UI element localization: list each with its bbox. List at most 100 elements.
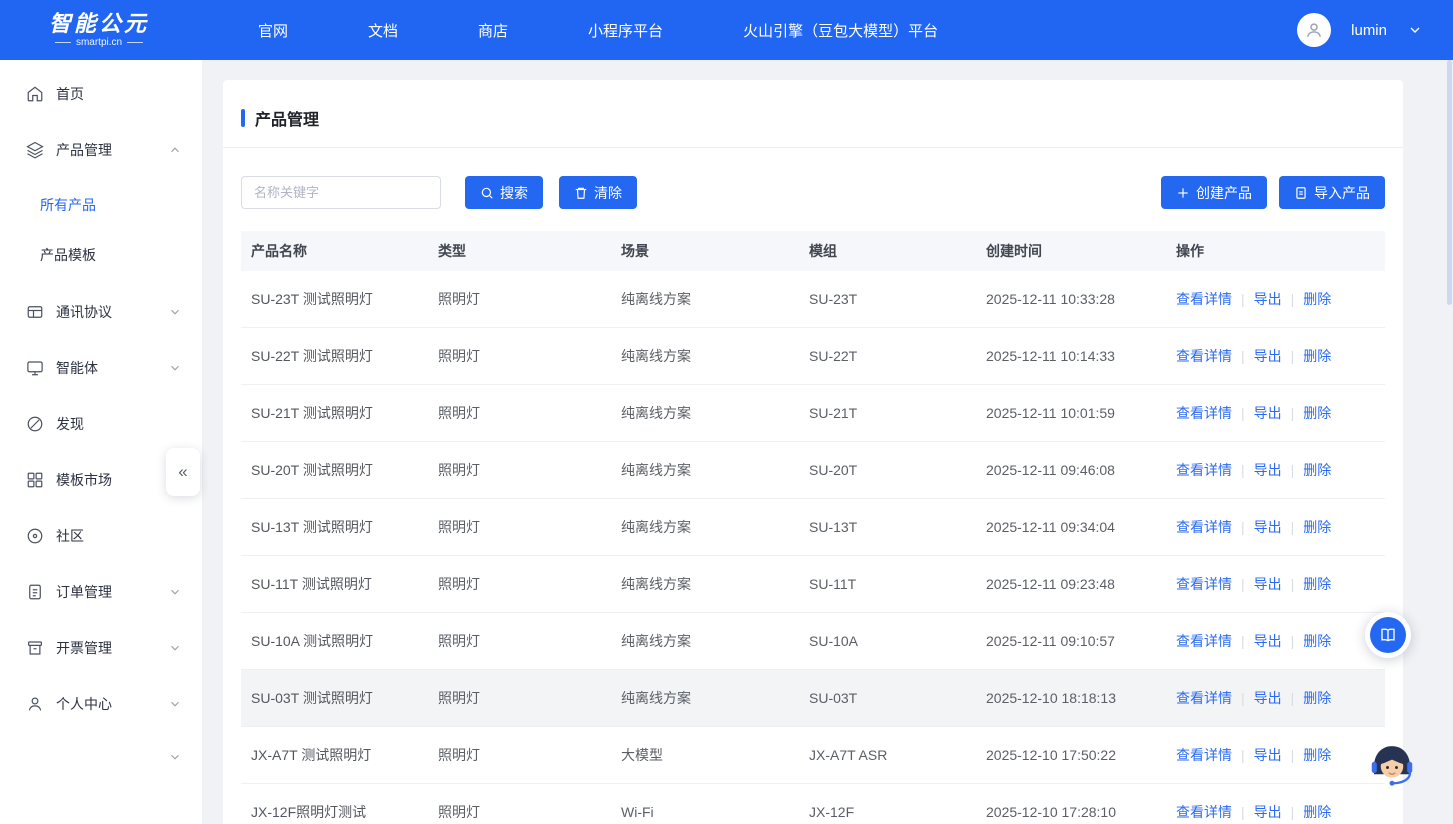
sidebar-item-product-templates[interactable]: 产品模板 (0, 230, 202, 280)
export-link[interactable]: 导出 (1254, 462, 1282, 478)
created-time-cell: 2025-12-11 10:01:59 (976, 405, 1166, 421)
scene-cell: Wi-Fi (611, 804, 799, 820)
view-details-link[interactable]: 查看详情 (1176, 690, 1232, 706)
view-details-link[interactable]: 查看详情 (1176, 462, 1232, 478)
action-separator: | (1241, 291, 1245, 307)
export-link[interactable]: 导出 (1254, 804, 1282, 820)
docs-floating-button[interactable] (1365, 612, 1411, 658)
create-product-button[interactable]: 创建产品 (1161, 176, 1267, 209)
scrollbar[interactable] (1447, 60, 1452, 305)
delete-link[interactable]: 删除 (1303, 519, 1331, 535)
sidebar-item-home[interactable]: 首页 (0, 66, 202, 122)
toolbar: 搜索 清除 创建产品 导入产品 (223, 148, 1403, 209)
view-details-link[interactable]: 查看详情 (1176, 348, 1232, 364)
nav-official-site[interactable]: 官网 (258, 20, 288, 41)
delete-link[interactable]: 删除 (1303, 804, 1331, 820)
user-avatar[interactable] (1297, 13, 1331, 47)
view-details-link[interactable]: 查看详情 (1176, 576, 1232, 592)
toolbar-right: 创建产品 导入产品 (1161, 176, 1385, 209)
sidebar-item-community[interactable]: 社区 (0, 508, 202, 564)
export-link[interactable]: 导出 (1254, 576, 1282, 592)
table-body: SU-23T 测试照明灯照明灯纯离线方案SU-23T2025-12-11 10:… (241, 271, 1385, 824)
export-link[interactable]: 导出 (1254, 348, 1282, 364)
table-row: SU-03T 测试照明灯照明灯纯离线方案SU-03T2025-12-10 18:… (241, 670, 1385, 727)
chevron-down-icon[interactable] (168, 641, 182, 655)
view-details-link[interactable]: 查看详情 (1176, 519, 1232, 535)
sidebar-collapse-button[interactable]: « (166, 448, 200, 496)
view-details-link[interactable]: 查看详情 (1176, 747, 1232, 763)
sidebar-item-invoice-management[interactable]: 开票管理 (0, 620, 202, 676)
sidebar-item-discover[interactable]: 发现 (0, 396, 202, 452)
nav-miniprogram-platform[interactable]: 小程序平台 (588, 20, 663, 41)
table-row: SU-11T 测试照明灯照明灯纯离线方案SU-11T2025-12-11 09:… (241, 556, 1385, 613)
sidebar-item-product-management[interactable]: 产品管理 (0, 122, 202, 178)
action-separator: | (1291, 576, 1295, 592)
search-button-label: 搜索 (500, 183, 528, 203)
product-name-cell: JX-12F照明灯测试 (241, 802, 428, 822)
sidebar-item-communication-protocol[interactable]: 通讯协议 (0, 284, 202, 340)
sidebar-subitem-label: 产品模板 (40, 245, 96, 265)
view-details-link[interactable]: 查看详情 (1176, 405, 1232, 421)
delete-link[interactable]: 删除 (1303, 747, 1331, 763)
chevron-down-icon[interactable] (168, 585, 182, 599)
nav-store[interactable]: 商店 (478, 20, 508, 41)
created-time-cell: 2025-12-11 09:46:08 (976, 462, 1166, 478)
sidebar-item-personal-center[interactable]: 个人中心 (0, 676, 202, 732)
sidebar-item-label: 智能体 (56, 358, 168, 378)
chevron-up-icon[interactable] (168, 143, 182, 157)
delete-link[interactable]: 删除 (1303, 633, 1331, 649)
nav-docs[interactable]: 文档 (368, 20, 398, 41)
action-separator: | (1291, 690, 1295, 706)
created-time-cell: 2025-12-11 09:23:48 (976, 576, 1166, 592)
sidebar-item-more[interactable] (0, 732, 202, 782)
person-icon (1304, 20, 1324, 40)
module-cell: SU-13T (799, 519, 976, 535)
chevron-down-icon[interactable] (168, 305, 182, 319)
nav-volcengine-platform[interactable]: 火山引擎（豆包大模型）平台 (743, 20, 938, 41)
sidebar-item-agents[interactable]: 智能体 (0, 340, 202, 396)
delete-link[interactable]: 删除 (1303, 291, 1331, 307)
import-product-button[interactable]: 导入产品 (1279, 176, 1385, 209)
sidebar-item-label: 通讯协议 (56, 302, 168, 322)
export-link[interactable]: 导出 (1254, 690, 1282, 706)
view-details-link[interactable]: 查看详情 (1176, 633, 1232, 649)
logo[interactable]: 智能公元 smartpi.cn (40, 12, 158, 48)
sidebar-item-order-management[interactable]: 订单管理 (0, 564, 202, 620)
delete-link[interactable]: 删除 (1303, 462, 1331, 478)
logo-subtitle-text: smartpi.cn (76, 37, 122, 48)
table-row: SU-22T 测试照明灯照明灯纯离线方案SU-22T2025-12-11 10:… (241, 328, 1385, 385)
assistant-avatar[interactable] (1365, 736, 1419, 790)
action-separator: | (1241, 576, 1245, 592)
delete-link[interactable]: 删除 (1303, 348, 1331, 364)
compass-icon (26, 415, 44, 433)
plus-icon (1176, 186, 1190, 200)
sidebar-item-all-products[interactable]: 所有产品 (0, 180, 202, 230)
delete-link[interactable]: 删除 (1303, 405, 1331, 421)
home-icon (26, 85, 44, 103)
action-separator: | (1241, 405, 1245, 421)
export-link[interactable]: 导出 (1254, 633, 1282, 649)
export-link[interactable]: 导出 (1254, 519, 1282, 535)
sidebar-submenu: 所有产品 产品模板 (0, 178, 202, 284)
view-details-link[interactable]: 查看详情 (1176, 291, 1232, 307)
clear-button[interactable]: 清除 (559, 176, 637, 209)
delete-link[interactable]: 删除 (1303, 690, 1331, 706)
chevron-down-icon[interactable] (1407, 22, 1423, 38)
view-details-link[interactable]: 查看详情 (1176, 804, 1232, 820)
search-button[interactable]: 搜索 (465, 176, 543, 209)
action-separator: | (1241, 747, 1245, 763)
chevron-down-icon[interactable] (168, 361, 182, 375)
table-row: JX-12F照明灯测试照明灯Wi-FiJX-12F2025-12-10 17:2… (241, 784, 1385, 824)
logo-subtitle-line (127, 42, 143, 43)
product-name-cell: SU-03T 测试照明灯 (241, 688, 428, 708)
chevron-down-icon[interactable] (168, 697, 182, 711)
table-header: 产品名称 类型 场景 模组 创建时间 操作 (241, 231, 1385, 271)
actions-cell: 查看详情|导出|删除 (1166, 688, 1385, 708)
book-icon (1370, 617, 1406, 653)
export-link[interactable]: 导出 (1254, 747, 1282, 763)
delete-link[interactable]: 删除 (1303, 576, 1331, 592)
search-input[interactable] (241, 176, 441, 209)
export-link[interactable]: 导出 (1254, 405, 1282, 421)
export-link[interactable]: 导出 (1254, 291, 1282, 307)
action-separator: | (1291, 519, 1295, 535)
